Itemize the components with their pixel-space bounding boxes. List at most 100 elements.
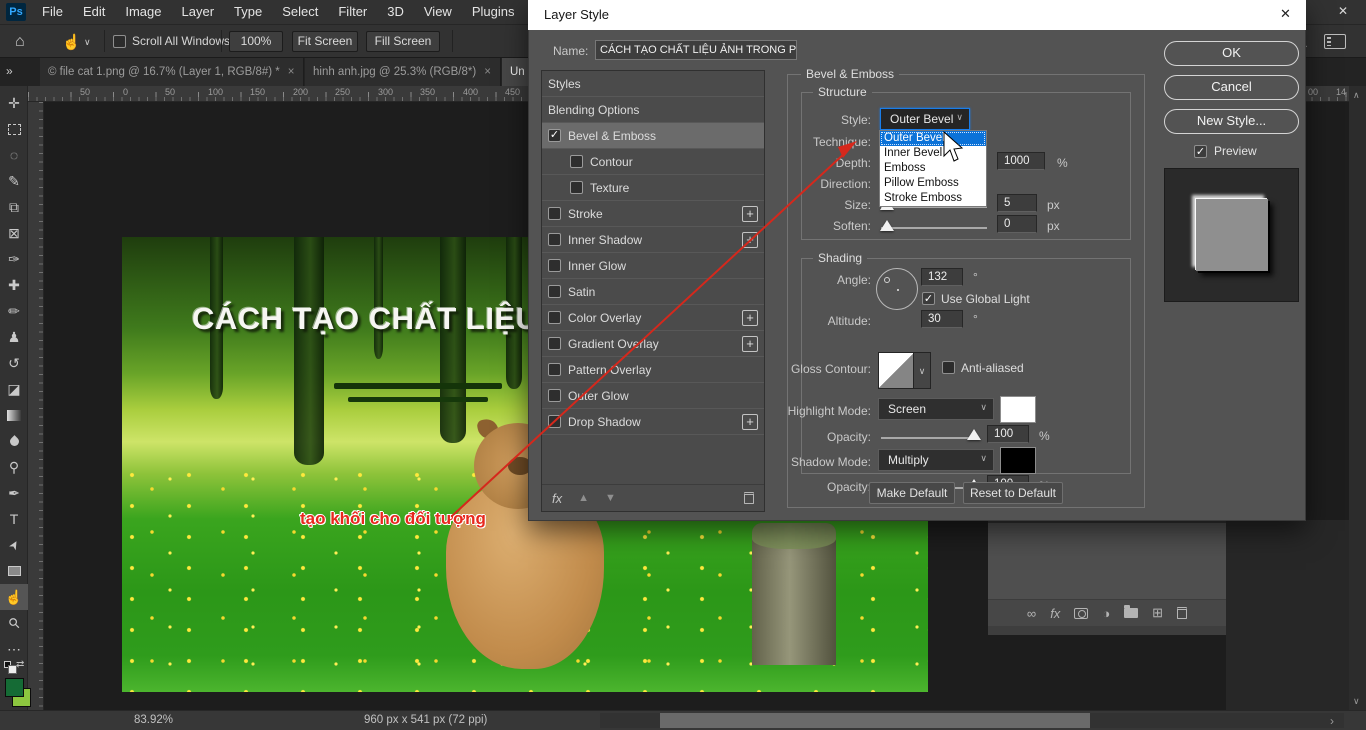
inner-shadow-checkbox[interactable] — [548, 233, 561, 246]
menu-file[interactable]: File — [32, 0, 73, 24]
fx-icon[interactable]: fx — [552, 491, 562, 506]
layer-style-item-blending-options[interactable]: Blending Options — [542, 97, 764, 123]
add-effect-icon[interactable]: + — [742, 414, 758, 430]
angle-input[interactable]: 132 — [921, 268, 963, 286]
blur-tool[interactable] — [0, 428, 28, 454]
color-overlay-checkbox[interactable] — [548, 311, 561, 324]
home-icon[interactable]: ⌂ — [15, 33, 25, 51]
layer-style-item-gradient-overlay[interactable]: Gradient Overlay+ — [542, 331, 764, 357]
marquee-tool[interactable] — [0, 116, 28, 142]
menu-image[interactable]: Image — [115, 0, 171, 24]
contour-checkbox[interactable] — [570, 155, 583, 168]
depth-input[interactable]: 1000 — [997, 152, 1045, 170]
shadow-color-swatch[interactable] — [1000, 447, 1036, 474]
tab-overflow-icon[interactable]: » — [6, 64, 13, 78]
lasso-tool[interactable]: ◌ — [0, 142, 28, 168]
hand-tool[interactable]: ☝ — [0, 584, 28, 610]
type-tool[interactable]: T — [0, 506, 28, 532]
clone-stamp-tool[interactable]: ♟ — [0, 324, 28, 350]
layer-mask-icon[interactable] — [1074, 608, 1088, 619]
menu-filter[interactable]: Filter — [328, 0, 377, 24]
anti-aliased-checkbox[interactable] — [942, 361, 955, 374]
highlight-opacity-slider[interactable] — [881, 437, 979, 439]
add-effect-icon[interactable]: + — [742, 336, 758, 352]
satin-checkbox[interactable] — [548, 285, 561, 298]
gradient-overlay-checkbox[interactable] — [548, 337, 561, 350]
outer-glow-checkbox[interactable] — [548, 389, 561, 402]
dodge-tool[interactable]: ⚲ — [0, 454, 28, 480]
style-dropdown[interactable]: Outer Bevel ∨ — [880, 108, 970, 130]
adjustment-layer-icon[interactable]: ◑ — [1102, 606, 1110, 621]
new-style-button[interactable]: New Style... — [1164, 109, 1299, 134]
zoom-100-button[interactable]: 100% — [229, 31, 283, 52]
menu-edit[interactable]: Edit — [73, 0, 115, 24]
make-default-button[interactable]: Make Default — [869, 482, 955, 504]
shadow-mode-dropdown[interactable]: Multiply ∨ — [878, 449, 994, 471]
add-effect-icon[interactable]: + — [742, 206, 758, 222]
preview-checkbox[interactable]: ✓ — [1194, 145, 1207, 158]
menu-layer[interactable]: Layer — [172, 0, 225, 24]
layer-style-item-stroke[interactable]: Stroke+ — [542, 201, 764, 227]
style-option-inner-bevel[interactable]: Inner Bevel — [880, 146, 986, 161]
layer-style-item-pattern-overlay[interactable]: Pattern Overlay — [542, 357, 764, 383]
size-input[interactable]: 5 — [997, 194, 1037, 212]
move-effect-down-icon[interactable]: ▼ — [605, 492, 616, 504]
delete-layer-icon[interactable] — [1177, 607, 1187, 619]
move-tool[interactable]: ✛ — [0, 90, 28, 116]
menu-3d[interactable]: 3D — [377, 0, 414, 24]
gradient-tool[interactable] — [0, 402, 28, 428]
frame-tool[interactable]: ⊠ — [0, 220, 28, 246]
highlight-mode-dropdown[interactable]: Screen ∨ — [878, 398, 994, 420]
style-option-emboss[interactable]: Emboss — [880, 161, 986, 176]
soften-slider[interactable] — [881, 227, 987, 229]
highlight-opacity-input[interactable]: 100 — [987, 425, 1029, 443]
new-layer-icon[interactable]: ⊞ — [1152, 605, 1163, 621]
layer-style-item-inner-shadow[interactable]: Inner Shadow+ — [542, 227, 764, 253]
pattern-overlay-checkbox[interactable] — [548, 363, 561, 376]
highlight-opacity-thumb[interactable] — [967, 429, 981, 440]
vertical-scrollbar[interactable]: ∧ ∨ — [1349, 86, 1366, 710]
scroll-all-windows-checkbox[interactable] — [113, 35, 126, 48]
soften-slider-thumb[interactable] — [880, 220, 894, 231]
add-effect-icon[interactable]: + — [742, 232, 758, 248]
zoom-tool[interactable]: ⚲ — [0, 610, 28, 636]
layer-style-item-satin[interactable]: Satin — [542, 279, 764, 305]
swap-colors-icon[interactable]: ⇄ — [16, 659, 24, 670]
style-name-input[interactable]: CÁCH TẠO CHẤT LIỆU ẢNH TRONG PHOTO — [595, 40, 797, 60]
zoom-level[interactable]: 83.92% — [134, 714, 173, 726]
pen-tool[interactable]: ✒ — [0, 480, 28, 506]
path-selection-tool[interactable]: ➤ — [0, 532, 28, 558]
ok-button[interactable]: OK — [1164, 41, 1299, 66]
history-brush-tool[interactable]: ↺ — [0, 350, 28, 376]
altitude-input[interactable]: 30 — [921, 310, 963, 328]
soften-input[interactable]: 0 — [997, 215, 1037, 233]
layer-style-item-bevel-emboss[interactable]: ✓Bevel & Emboss — [542, 123, 764, 149]
tab-close-icon[interactable]: × — [484, 66, 491, 78]
stroke-checkbox[interactable] — [548, 207, 561, 220]
default-colors-icon[interactable] — [4, 661, 11, 668]
highlight-color-swatch[interactable] — [1000, 396, 1036, 423]
scroll-down-icon[interactable]: ∨ — [1353, 696, 1360, 707]
move-effect-up-icon[interactable]: ▲ — [578, 492, 589, 504]
use-global-light-checkbox[interactable]: ✓ — [922, 292, 935, 305]
layer-style-item-outer-glow[interactable]: Outer Glow — [542, 383, 764, 409]
dialog-close-icon[interactable]: ✕ — [1280, 6, 1291, 22]
quick-selection-tool[interactable]: ✎ — [0, 168, 28, 194]
tab-hinh-anh[interactable]: hinh anh.jpg @ 25.3% (RGB/8*)× — [305, 58, 501, 86]
bevel-emboss-checkbox[interactable]: ✓ — [548, 129, 561, 142]
reset-to-default-button[interactable]: Reset to Default — [963, 482, 1063, 504]
add-effect-icon[interactable]: + — [742, 310, 758, 326]
layer-style-item-color-overlay[interactable]: Color Overlay+ — [542, 305, 764, 331]
menu-select[interactable]: Select — [272, 0, 328, 24]
chevron-down-icon[interactable]: ∨ — [84, 37, 91, 48]
scroll-right-icon[interactable]: › — [1330, 714, 1334, 728]
crop-tool[interactable]: ⧉ — [0, 194, 28, 220]
layer-style-item-contour[interactable]: Contour — [542, 149, 764, 175]
delete-effect-icon[interactable] — [744, 492, 754, 504]
eyedropper-tool[interactable]: ✑ — [0, 246, 28, 272]
menu-view[interactable]: View — [414, 0, 462, 24]
layer-effects-icon[interactable]: fx — [1050, 606, 1060, 621]
angle-dial[interactable] — [876, 268, 918, 310]
healing-brush-tool[interactable]: ✚ — [0, 272, 28, 298]
layer-style-item-texture[interactable]: Texture — [542, 175, 764, 201]
